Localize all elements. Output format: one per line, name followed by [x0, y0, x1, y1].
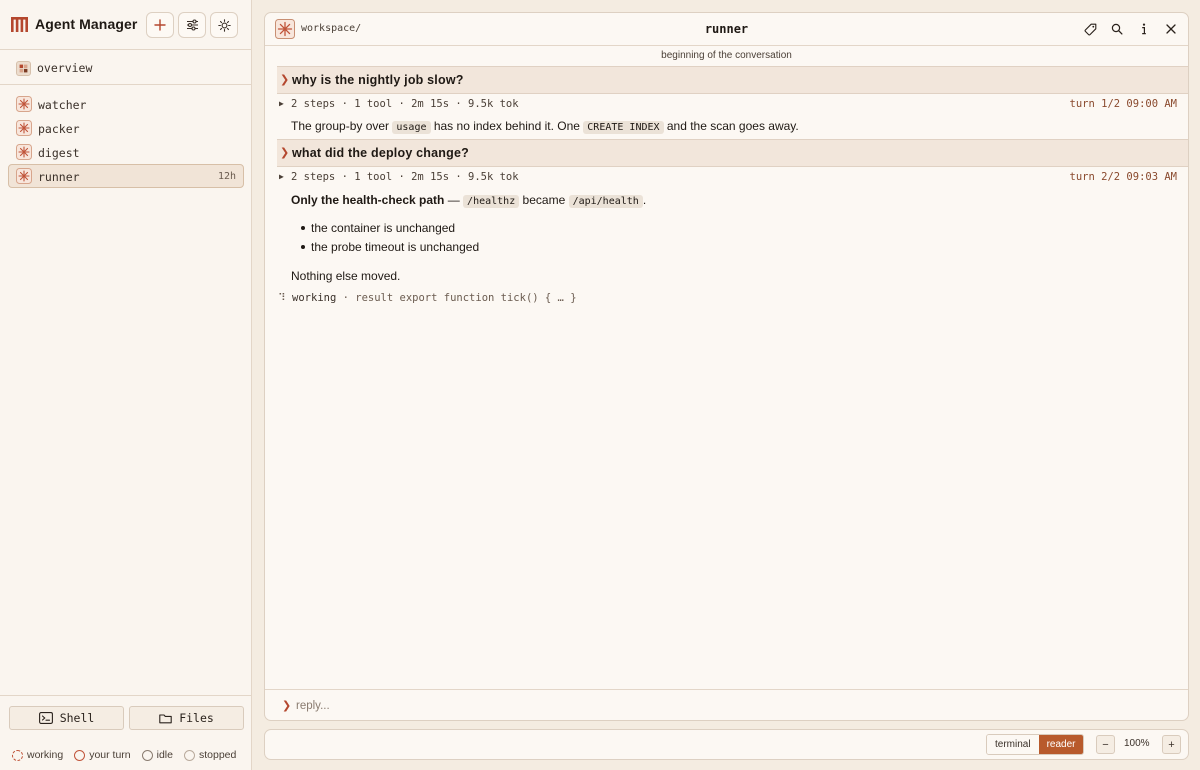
sidebar-header: Agent Manager [0, 0, 252, 50]
working-dot-icon [12, 749, 23, 761]
assistant-answer: Only the health-check path — /healthz be… [291, 193, 647, 208]
agent-asterisk-icon [16, 120, 32, 136]
your-turn-dot-icon [74, 749, 86, 761]
reply-input[interactable] [296, 696, 1156, 716]
terminal-mode-button[interactable]: terminal [987, 735, 1039, 754]
plus-icon [154, 19, 166, 31]
question-text: why is the nightly job slow? [292, 73, 464, 87]
reader-mode-button[interactable]: reader [1038, 735, 1084, 754]
answer-closing: Nothing else moved. [291, 269, 401, 283]
conversation-panel: workspace/ runner beginning of the conve… [264, 12, 1189, 721]
reply-bar: ❯ [265, 689, 1188, 720]
tag-button[interactable] [1083, 22, 1097, 36]
agent-list: watcher packer digest runner 12h [8, 92, 244, 188]
status-legend: working your turn idle stopped [12, 749, 236, 761]
sidebar-item-packer[interactable]: packer [8, 116, 244, 140]
inline-code: /healthz [463, 195, 520, 208]
search-button[interactable] [1110, 22, 1124, 36]
turn-meta[interactable]: ▶ 2 steps · 1 tool · 2m 15s · 9.5k tok t… [277, 171, 1177, 187]
folder-icon [159, 713, 172, 723]
close-button[interactable] [1164, 22, 1178, 36]
theme-toggle-button[interactable] [210, 12, 238, 38]
turn-meta[interactable]: ▶ 2 steps · 1 tool · 2m 15s · 9.5k tok t… [277, 98, 1177, 114]
question-text: what did the deploy change? [292, 146, 469, 160]
user-question[interactable]: ❯ why is the nightly job slow? [277, 66, 1188, 94]
turn-timestamp: turn 1/2 09:00 AM [1069, 98, 1177, 110]
sidebar-footer: Shell Files working your turn idle stopp… [0, 695, 252, 770]
status-working: working [12, 749, 63, 761]
workspace-path[interactable]: workspace/ [301, 23, 361, 34]
sidebar-item-runner[interactable]: runner 12h [8, 164, 244, 188]
status-stopped: stopped [183, 749, 236, 761]
chevron-right-icon: ❯ [280, 74, 290, 86]
agent-asterisk-icon [275, 19, 295, 39]
view-mode-toggle: terminal reader [986, 734, 1085, 755]
assistant-answer: The group-by over usage has no index beh… [291, 119, 799, 134]
info-button[interactable] [1137, 22, 1151, 36]
agent-asterisk-icon [16, 144, 32, 160]
inline-code: usage [392, 121, 431, 134]
sun-icon [217, 18, 231, 32]
conversation-start-label: beginning of the conversation [661, 50, 792, 61]
list-item: the probe timeout is unchanged [301, 238, 479, 257]
zoom-out-button[interactable]: − [1096, 735, 1115, 754]
status-your-turn: your turn [74, 749, 131, 761]
overview-icon [16, 61, 31, 76]
zoom-level: 100% [1124, 738, 1150, 749]
page-title: runner [704, 22, 749, 36]
turn-stats: 2 steps · 1 tool · 2m 15s · 9.5k tok [291, 98, 519, 110]
zoom-in-button[interactable]: + [1162, 735, 1181, 754]
chevron-right-icon: ❯ [280, 147, 290, 159]
panel-header: workspace/ runner [265, 13, 1188, 46]
panel-toolbar [1083, 22, 1178, 36]
agent-name: runner [38, 170, 80, 184]
agent-asterisk-icon [16, 168, 32, 184]
bottom-bar: terminal reader − 100% + [264, 729, 1189, 760]
expand-caret-icon: ▶ [279, 172, 284, 181]
close-icon [1166, 24, 1176, 34]
sidebar: Agent Manager overview watcher packer di… [0, 0, 252, 770]
turn-timestamp: turn 2/2 09:03 AM [1069, 171, 1177, 183]
list-item: the container is unchanged [301, 219, 479, 238]
app-title: Agent Manager [35, 16, 138, 32]
user-question[interactable]: ❯ what did the deploy change? [277, 139, 1188, 167]
sidebar-item-overview[interactable]: overview [0, 51, 252, 85]
sidebar-item-digest[interactable]: digest [8, 140, 244, 164]
chevron-right-icon: ❯ [282, 700, 292, 712]
status-idle: idle [141, 749, 173, 761]
turn-stats: 2 steps · 1 tool · 2m 15s · 9.5k tok [291, 171, 519, 183]
shell-label: Shell [59, 711, 95, 725]
agent-asterisk-icon [16, 96, 32, 112]
sliders-icon [186, 19, 198, 31]
shell-button[interactable]: Shell [9, 706, 124, 730]
agent-name: packer [38, 122, 80, 136]
files-button[interactable]: Files [129, 706, 244, 730]
terminal-icon [38, 712, 53, 724]
tag-icon [1084, 23, 1096, 35]
inline-code: /api/health [568, 195, 643, 208]
idle-dot-icon [141, 749, 153, 761]
agent-name: digest [38, 146, 80, 160]
working-spinner-icon: ⠹ [278, 292, 286, 304]
inline-code: CREATE INDEX [583, 121, 664, 134]
working-status: ⠹ working · result export function tick(… [278, 292, 577, 304]
overview-label: overview [37, 61, 93, 75]
stopped-dot-icon [183, 749, 195, 761]
app-logo-icon [11, 17, 28, 32]
expand-caret-icon: ▶ [279, 99, 284, 108]
agent-time: 12h [217, 171, 236, 182]
answer-bullet-list: the container is unchanged the probe tim… [301, 219, 479, 257]
filters-button[interactable] [178, 12, 206, 38]
agent-name: watcher [38, 98, 87, 112]
files-label: Files [179, 711, 214, 725]
info-icon [1142, 23, 1146, 35]
new-agent-button[interactable] [146, 12, 174, 38]
search-icon [1111, 23, 1123, 35]
sidebar-item-watcher[interactable]: watcher [8, 92, 244, 116]
